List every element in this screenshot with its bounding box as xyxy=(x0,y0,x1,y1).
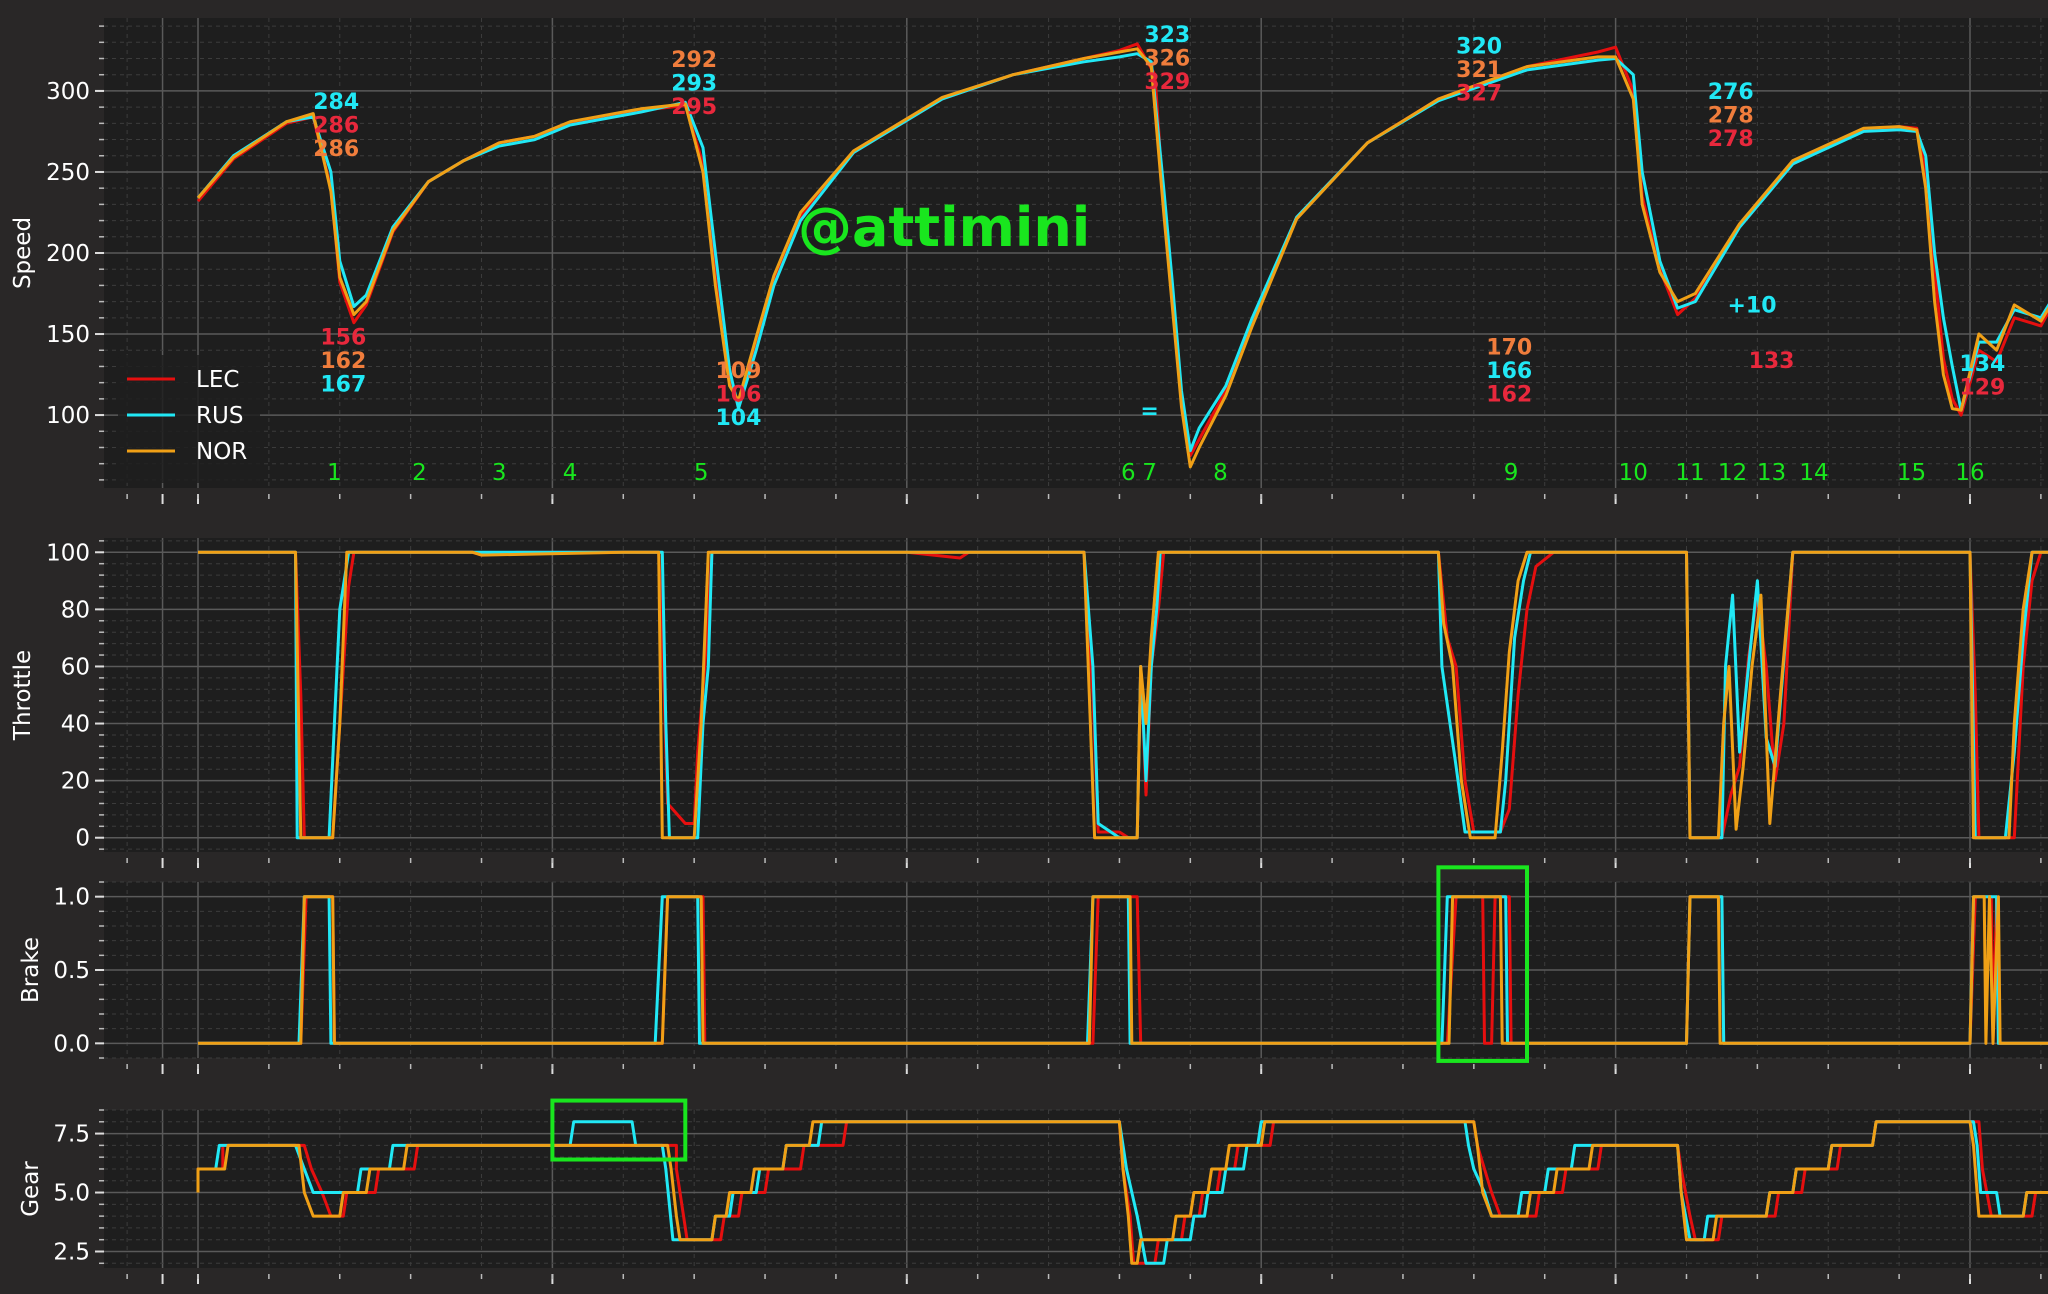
y-tick-label: 100 xyxy=(46,403,90,429)
panel-brake: 0.0 0.5 1.0 Brake xyxy=(18,865,2048,1074)
speed-annotation: 104 xyxy=(715,406,761,431)
speed-annotation: 293 xyxy=(671,72,717,97)
legend-label-rus: RUS xyxy=(196,403,243,429)
speed-annotation: 286 xyxy=(313,114,359,139)
legend: LEC RUS NOR xyxy=(118,355,260,483)
corner-number: 12 xyxy=(1718,460,1747,486)
speed-annotation: 156 xyxy=(320,325,366,350)
speed-annotation: = xyxy=(1140,399,1158,424)
y-tick-label: 250 xyxy=(46,160,90,186)
y-tick-label: 20 xyxy=(61,769,90,795)
y-tick-label: 40 xyxy=(61,712,90,738)
telemetry-chart: 100150200250300Speed28628628416716215629… xyxy=(0,0,2048,1294)
corner-number: 8 xyxy=(1213,460,1228,486)
y-tick-label: 150 xyxy=(46,322,90,348)
y-tick-label: 7.5 xyxy=(53,1122,90,1148)
y-tick-label: 5.0 xyxy=(53,1181,90,1207)
y-tick-label: 80 xyxy=(61,597,90,623)
y-tick-label: 0.0 xyxy=(53,1031,90,1057)
y-tick-label: 200 xyxy=(46,241,90,267)
speed-annotation: 286 xyxy=(313,137,359,162)
speed-annotation: 323 xyxy=(1144,23,1190,48)
speed-annotation: 133 xyxy=(1749,349,1795,374)
corner-number: 1 xyxy=(327,460,342,486)
corner-number: 7 xyxy=(1142,460,1157,486)
speed-annotation: 162 xyxy=(320,349,366,374)
panel-throttle: 0 20 40 60 80 100 Throttle xyxy=(10,538,2048,868)
speed-annotation: 326 xyxy=(1144,46,1190,71)
speed-annotation: 276 xyxy=(1708,80,1754,105)
corner-number: 14 xyxy=(1799,460,1828,486)
speed-annotation: 295 xyxy=(671,95,717,120)
y-tick-label: 0 xyxy=(75,826,90,852)
legend-label-nor: NOR xyxy=(196,439,247,465)
y-tick-label: 0.5 xyxy=(53,958,90,984)
speed-annotation: 284 xyxy=(313,90,359,115)
speed-annotation: 292 xyxy=(671,48,717,73)
speed-annotation: +10 xyxy=(1728,293,1777,318)
speed-annotation: 106 xyxy=(715,382,761,407)
panel-gear: 2.5 5.0 7.5 Gear xyxy=(18,1098,2048,1284)
corner-number: 16 xyxy=(1955,460,1984,486)
corner-number: 4 xyxy=(563,460,578,486)
speed-annotation: 109 xyxy=(715,359,761,384)
watermark: @attimini xyxy=(798,196,1090,259)
speed-annotation: 327 xyxy=(1456,82,1502,107)
y-tick-label: 1.0 xyxy=(53,885,90,911)
corner-number: 2 xyxy=(412,460,427,486)
y-tick-label: 2.5 xyxy=(53,1239,90,1265)
speed-annotation: 166 xyxy=(1486,359,1532,384)
corner-number: 3 xyxy=(492,460,507,486)
y-tick-label: 60 xyxy=(61,654,90,680)
corner-number: 10 xyxy=(1619,460,1648,486)
y-axis-label: Throttle xyxy=(10,650,36,741)
speed-annotation: 320 xyxy=(1456,35,1502,60)
corner-number: 9 xyxy=(1504,460,1519,486)
y-tick-label: 300 xyxy=(46,79,90,105)
corner-number: 13 xyxy=(1757,460,1786,486)
y-axis-label: Speed xyxy=(10,217,36,289)
speed-annotation: 329 xyxy=(1144,70,1190,95)
corner-number: 11 xyxy=(1675,460,1704,486)
speed-annotation: 170 xyxy=(1486,335,1532,360)
corner-number: 15 xyxy=(1897,460,1926,486)
panel-speed: 100150200250300Speed28628628416716215629… xyxy=(10,18,2048,504)
corner-number: 6 xyxy=(1121,460,1136,486)
y-tick-label: 100 xyxy=(46,540,90,566)
legend-label-lec: LEC xyxy=(196,367,239,393)
speed-annotation: 321 xyxy=(1456,58,1502,83)
y-axis-label: Brake xyxy=(18,937,44,1003)
speed-annotation: 129 xyxy=(1959,376,2005,401)
corner-number: 5 xyxy=(694,460,709,486)
speed-annotation: 162 xyxy=(1486,382,1532,407)
speed-annotation: 167 xyxy=(320,372,366,397)
speed-annotation: 134 xyxy=(1959,352,2005,377)
speed-annotation: 278 xyxy=(1708,104,1754,129)
y-axis-label: Gear xyxy=(18,1161,44,1217)
speed-annotation: 278 xyxy=(1708,127,1754,152)
